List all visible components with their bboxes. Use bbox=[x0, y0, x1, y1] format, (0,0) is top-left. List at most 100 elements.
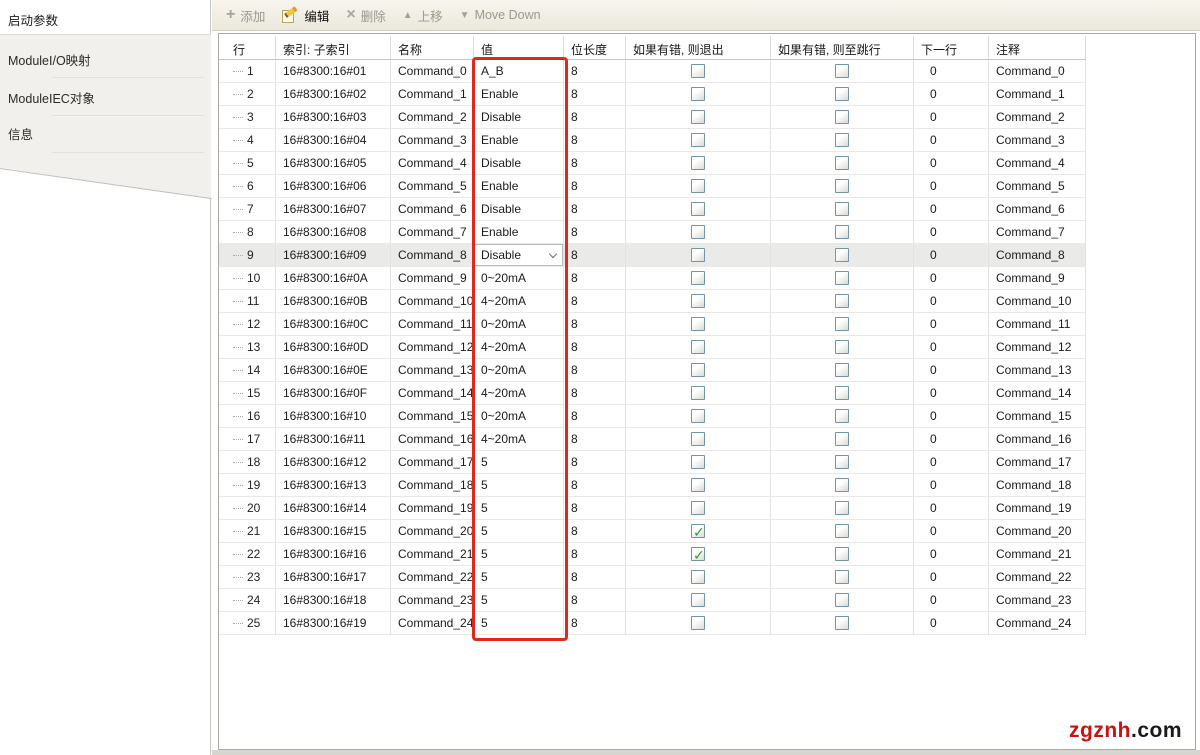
value-cell[interactable]: 0~20mA bbox=[474, 405, 564, 428]
abort-checkbox[interactable] bbox=[691, 179, 705, 193]
table-row[interactable]: 17 16#8300:16#11 Command_16 4~20mA 8 0 C… bbox=[219, 428, 1087, 451]
value-cell[interactable]: 5 bbox=[474, 474, 564, 497]
abort-checkbox[interactable] bbox=[691, 478, 705, 492]
jump-checkbox[interactable] bbox=[835, 524, 849, 538]
column-header-index[interactable]: 索引: 子索引 bbox=[276, 36, 391, 60]
value-cell[interactable]: 0~20mA bbox=[474, 313, 564, 336]
jump-checkbox[interactable] bbox=[835, 248, 849, 262]
abort-checkbox[interactable] bbox=[691, 501, 705, 515]
abort-checkbox[interactable] bbox=[691, 271, 705, 285]
table-row[interactable]: 14 16#8300:16#0E Command_13 0~20mA 8 0 C… bbox=[219, 359, 1087, 382]
abort-checkbox[interactable] bbox=[691, 110, 705, 124]
jump-checkbox[interactable] bbox=[835, 409, 849, 423]
jump-checkbox[interactable] bbox=[835, 455, 849, 469]
abort-checkbox[interactable] bbox=[691, 455, 705, 469]
jump-checkbox[interactable] bbox=[835, 478, 849, 492]
value-cell[interactable]: 5 bbox=[474, 497, 564, 520]
value-cell[interactable]: 5 bbox=[474, 612, 564, 635]
column-header-value[interactable]: 值 bbox=[474, 36, 564, 60]
jump-checkbox[interactable] bbox=[835, 64, 849, 78]
table-row[interactable]: 12 16#8300:16#0C Command_11 0~20mA 8 0 C… bbox=[219, 313, 1087, 336]
table-row[interactable]: 24 16#8300:16#18 Command_23 5 8 0 Comman… bbox=[219, 589, 1087, 612]
jump-checkbox[interactable] bbox=[835, 156, 849, 170]
table-row[interactable]: 4 16#8300:16#04 Command_3 Enable 8 0 Com… bbox=[219, 129, 1087, 152]
column-header-abort-if-error[interactable]: 如果有错, 则退出 bbox=[626, 36, 771, 60]
table-row[interactable]: 21 16#8300:16#15 Command_20 5 8 0 Comman… bbox=[219, 520, 1087, 543]
abort-checkbox[interactable] bbox=[691, 340, 705, 354]
value-cell[interactable]: 5 bbox=[474, 589, 564, 612]
value-cell[interactable]: 4~20mA bbox=[474, 290, 564, 313]
sidebar-tab-module-iec-objects[interactable]: ModuleIEC对象 bbox=[8, 88, 95, 107]
table-row[interactable]: 16 16#8300:16#10 Command_15 0~20mA 8 0 C… bbox=[219, 405, 1087, 428]
table-row[interactable]: 25 16#8300:16#19 Command_24 5 8 0 Comman… bbox=[219, 612, 1087, 635]
sidebar-tab-information[interactable]: 信息 bbox=[8, 124, 33, 143]
jump-checkbox[interactable] bbox=[835, 294, 849, 308]
table-row[interactable]: 11 16#8300:16#0B Command_10 4~20mA 8 0 C… bbox=[219, 290, 1087, 313]
jump-checkbox[interactable] bbox=[835, 386, 849, 400]
jump-checkbox[interactable] bbox=[835, 225, 849, 239]
table-row[interactable]: 20 16#8300:16#14 Command_19 5 8 0 Comman… bbox=[219, 497, 1087, 520]
table-row[interactable]: 18 16#8300:16#12 Command_17 5 8 0 Comman… bbox=[219, 451, 1087, 474]
jump-checkbox[interactable] bbox=[835, 593, 849, 607]
column-header-name[interactable]: 名称 bbox=[391, 36, 474, 60]
column-header-bitlength[interactable]: 位长度 bbox=[564, 36, 626, 60]
table-row[interactable]: 19 16#8300:16#13 Command_18 5 8 0 Comman… bbox=[219, 474, 1087, 497]
abort-checkbox[interactable] bbox=[691, 64, 705, 78]
jump-checkbox[interactable] bbox=[835, 616, 849, 630]
table-row[interactable]: 10 16#8300:16#0A Command_9 0~20mA 8 0 Co… bbox=[219, 267, 1087, 290]
table-row[interactable]: 8 16#8300:16#08 Command_7 Enable 8 0 Com… bbox=[219, 221, 1087, 244]
column-header-jump-if-error[interactable]: 如果有错, 则至跳行 bbox=[771, 36, 914, 60]
value-cell[interactable]: 4~20mA bbox=[474, 382, 564, 405]
jump-checkbox[interactable] bbox=[835, 179, 849, 193]
value-cell[interactable]: Enable bbox=[474, 175, 564, 198]
abort-checkbox[interactable] bbox=[691, 317, 705, 331]
abort-checkbox[interactable] bbox=[691, 432, 705, 446]
value-cell[interactable]: 5 bbox=[474, 451, 564, 474]
value-cell[interactable]: Disable bbox=[474, 198, 564, 221]
abort-checkbox[interactable] bbox=[691, 133, 705, 147]
value-cell[interactable]: 5 bbox=[474, 543, 564, 566]
abort-checkbox[interactable] bbox=[691, 409, 705, 423]
table-row[interactable]: 13 16#8300:16#0D Command_12 4~20mA 8 0 C… bbox=[219, 336, 1087, 359]
table-row[interactable]: 7 16#8300:16#07 Command_6 Disable 8 0 Co… bbox=[219, 198, 1087, 221]
delete-button[interactable]: × 删除 bbox=[346, 6, 385, 25]
value-cell[interactable]: 0~20mA bbox=[474, 267, 564, 290]
abort-checkbox[interactable] bbox=[691, 248, 705, 262]
table-row[interactable]: 23 16#8300:16#17 Command_22 5 8 0 Comman… bbox=[219, 566, 1087, 589]
jump-checkbox[interactable] bbox=[835, 110, 849, 124]
value-cell[interactable]: Enable bbox=[474, 83, 564, 106]
jump-checkbox[interactable] bbox=[835, 271, 849, 285]
abort-checkbox[interactable] bbox=[691, 524, 705, 538]
abort-checkbox[interactable] bbox=[691, 294, 705, 308]
abort-checkbox[interactable] bbox=[691, 616, 705, 630]
column-header-line[interactable]: 行 bbox=[219, 36, 276, 60]
abort-checkbox[interactable] bbox=[691, 570, 705, 584]
jump-checkbox[interactable] bbox=[835, 501, 849, 515]
abort-checkbox[interactable] bbox=[691, 202, 705, 216]
table-row[interactable]: 3 16#8300:16#03 Command_2 Disable 8 0 Co… bbox=[219, 106, 1087, 129]
jump-checkbox[interactable] bbox=[835, 317, 849, 331]
value-cell[interactable]: Enable bbox=[474, 129, 564, 152]
jump-checkbox[interactable] bbox=[835, 570, 849, 584]
value-cell[interactable]: 5 bbox=[474, 566, 564, 589]
abort-checkbox[interactable] bbox=[691, 363, 705, 377]
sidebar-tab-startup-parameters[interactable]: 启动参数 bbox=[8, 10, 58, 29]
value-cell[interactable]: Enable bbox=[474, 221, 564, 244]
value-cell[interactable]: A_B bbox=[474, 60, 564, 83]
table-row[interactable]: 2 16#8300:16#02 Command_1 Enable 8 0 Com… bbox=[219, 83, 1087, 106]
add-button[interactable]: + 添加 bbox=[226, 6, 265, 25]
value-cell[interactable]: Disable bbox=[474, 244, 564, 267]
edit-button[interactable]: 编辑 bbox=[282, 6, 329, 25]
jump-checkbox[interactable] bbox=[835, 547, 849, 561]
value-cell[interactable]: 5 bbox=[474, 520, 564, 543]
abort-checkbox[interactable] bbox=[691, 593, 705, 607]
jump-checkbox[interactable] bbox=[835, 202, 849, 216]
jump-checkbox[interactable] bbox=[835, 432, 849, 446]
value-cell[interactable]: Disable bbox=[474, 106, 564, 129]
jump-checkbox[interactable] bbox=[835, 340, 849, 354]
table-row[interactable]: 9 16#8300:16#09 Command_8 Disable 8 0 Co… bbox=[219, 244, 1087, 267]
value-cell[interactable]: Disable bbox=[474, 152, 564, 175]
table-row[interactable]: 1 16#8300:16#01 Command_0 A_B 8 0 Comman… bbox=[219, 60, 1087, 83]
column-header-next-line[interactable]: 下一行 bbox=[914, 36, 989, 60]
table-row[interactable]: 22 16#8300:16#16 Command_21 5 8 0 Comman… bbox=[219, 543, 1087, 566]
